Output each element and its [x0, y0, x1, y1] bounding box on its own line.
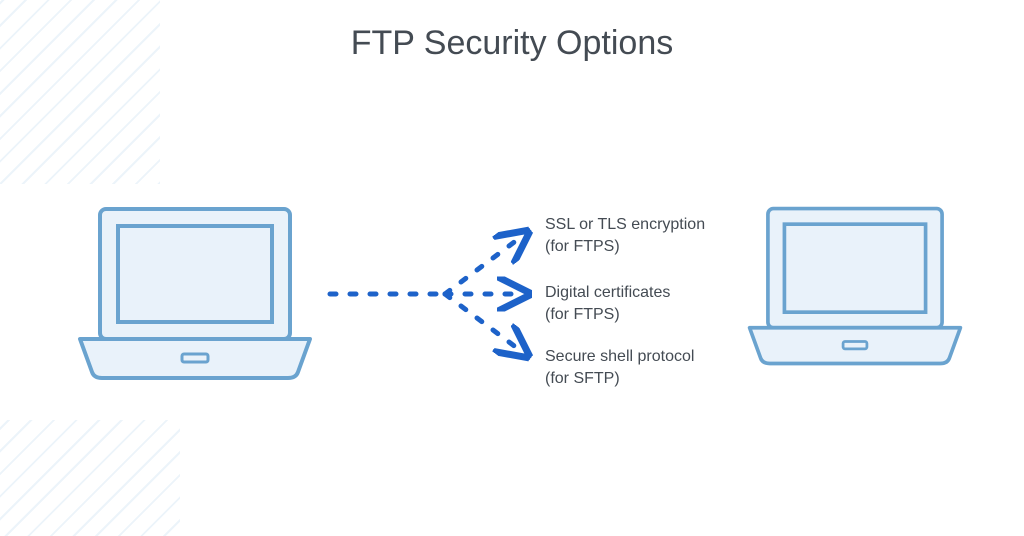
connector-branch-top [445, 234, 525, 294]
option-digital-certificates: Digital certificates (for FTPS) [545, 282, 670, 325]
option-label: SSL or TLS encryption [545, 214, 705, 236]
option-label: Secure shell protocol [545, 346, 694, 368]
option-ssh-protocol: Secure shell protocol (for SFTP) [545, 346, 694, 389]
option-sublabel: (for FTPS) [545, 304, 670, 326]
option-label: Digital certificates [545, 282, 670, 304]
option-sublabel: (for FTPS) [545, 236, 705, 258]
connector-branch-bottom [445, 294, 525, 354]
laptop-client-icon [70, 204, 320, 384]
diagram-title: FTP Security Options [0, 24, 1024, 63]
option-sublabel: (for SFTP) [545, 368, 694, 390]
laptop-server-icon [740, 204, 970, 369]
decorative-hatch-bottom-left [0, 420, 180, 536]
option-ssl-tls: SSL or TLS encryption (for FTPS) [545, 214, 705, 257]
